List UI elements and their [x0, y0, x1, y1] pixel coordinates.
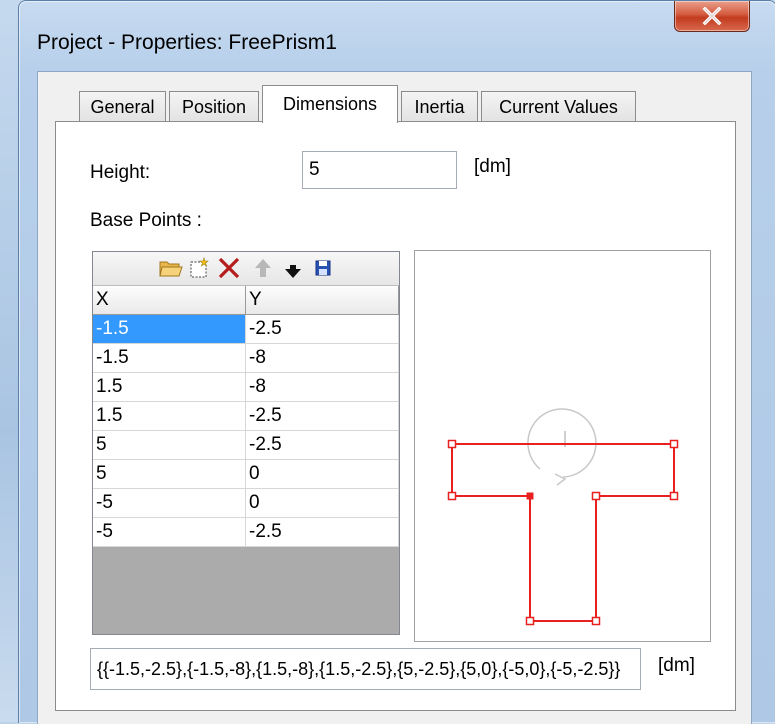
base-points-label: Base Points :: [90, 210, 202, 231]
move-up-icon[interactable]: [251, 256, 275, 280]
cell-y[interactable]: -2.5: [246, 518, 399, 547]
cell-y[interactable]: -8: [246, 373, 399, 402]
base-points-grid: X Y -1.5 -2.5 -1.5 -8 1.5 -8 1.5 -2.5 5 …: [92, 251, 400, 635]
shape-preview-canvas: [447, 408, 679, 626]
rotation-arrow-icon: [554, 473, 567, 486]
dialog-client-area: General Position Dimensions Inertia Curr…: [37, 71, 752, 724]
vertex-handle[interactable]: [669, 439, 679, 449]
save-icon[interactable]: [311, 256, 335, 280]
cell-x[interactable]: 5: [93, 431, 246, 460]
cell-y[interactable]: -2.5: [246, 431, 399, 460]
vertex-handle[interactable]: [591, 491, 601, 501]
cell-x[interactable]: -1.5: [93, 344, 246, 373]
vertex-handle[interactable]: [669, 491, 679, 501]
tab-dimensions[interactable]: Dimensions: [262, 85, 398, 123]
vertex-handle[interactable]: [525, 616, 535, 626]
cell-x[interactable]: -5: [93, 489, 246, 518]
table-row[interactable]: 1.5 -2.5: [93, 402, 399, 431]
cell-y[interactable]: 0: [246, 460, 399, 489]
cell-x[interactable]: -1.5: [93, 315, 246, 344]
height-unit: [dm]: [474, 156, 511, 177]
prism-base-outline: [451, 443, 675, 622]
tab-position[interactable]: Position: [169, 91, 259, 122]
cell-y[interactable]: -2.5: [246, 402, 399, 431]
points-unit: [dm]: [658, 655, 695, 676]
delete-icon[interactable]: [217, 256, 241, 280]
table-row[interactable]: -1.5 -8: [93, 344, 399, 373]
new-icon[interactable]: [187, 256, 211, 280]
table-row[interactable]: -5 0: [93, 489, 399, 518]
tab-label: Inertia: [414, 96, 465, 117]
vertex-handle[interactable]: [447, 439, 457, 449]
column-header-y[interactable]: Y: [246, 286, 399, 315]
height-input[interactable]: [302, 151, 457, 189]
table-row[interactable]: 5 0: [93, 460, 399, 489]
height-label: Height:: [90, 162, 151, 183]
table-row[interactable]: 5 -2.5: [93, 431, 399, 460]
close-button[interactable]: [674, 1, 750, 32]
window-title: Project - Properties: FreePrism1: [37, 31, 337, 54]
tab-label: General: [90, 96, 155, 117]
points-table: X Y -1.5 -2.5 -1.5 -8 1.5 -8 1.5 -2.5 5 …: [93, 286, 399, 547]
cell-x[interactable]: 1.5: [93, 373, 246, 402]
points-text-field[interactable]: [90, 648, 641, 690]
table-row[interactable]: -5 -2.5: [93, 518, 399, 547]
column-header-x[interactable]: X: [93, 286, 246, 315]
table-row[interactable]: 1.5 -8: [93, 373, 399, 402]
cell-x[interactable]: 5: [93, 460, 246, 489]
tab-label: Dimensions: [282, 94, 378, 114]
move-down-icon[interactable]: [281, 256, 305, 280]
cell-x[interactable]: -5: [93, 518, 246, 547]
tab-label: Position: [181, 96, 247, 117]
cell-y[interactable]: -8: [246, 344, 399, 373]
shape-preview[interactable]: [414, 250, 711, 642]
tab-inertia[interactable]: Inertia: [401, 91, 478, 122]
open-folder-icon[interactable]: [159, 256, 183, 280]
vertex-handle[interactable]: [591, 616, 601, 626]
vertex-handle-selected[interactable]: [526, 492, 534, 500]
grid-toolbar: [93, 252, 399, 286]
cell-x[interactable]: 1.5: [93, 402, 246, 431]
table-row[interactable]: -1.5 -2.5: [93, 315, 399, 344]
cell-y[interactable]: 0: [246, 489, 399, 518]
tab-general[interactable]: General: [79, 91, 166, 122]
tab-label: Current Values: [499, 96, 618, 117]
cell-y[interactable]: -2.5: [246, 315, 399, 344]
close-x-icon: [702, 7, 722, 25]
properties-window: Project - Properties: FreePrism1 General…: [18, 0, 775, 724]
vertex-handle[interactable]: [447, 491, 457, 501]
table-header: X Y: [93, 286, 399, 315]
tab-current-values[interactable]: Current Values: [481, 91, 636, 122]
